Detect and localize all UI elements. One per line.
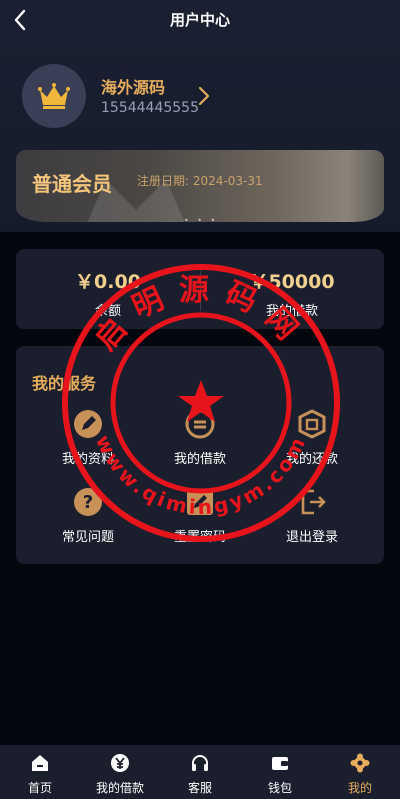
- wallet-icon: [272, 757, 288, 770]
- service-faq[interactable]: ? 常见问题: [32, 486, 144, 556]
- loan-exchange-icon: [185, 409, 215, 439]
- chevron-right-icon: [198, 86, 210, 106]
- card-dots: • • •: [184, 216, 219, 222]
- logout-icon: [301, 489, 326, 515]
- svg-text:?: ?: [83, 492, 93, 513]
- profile-pen-icon: [74, 410, 102, 438]
- services-title: 我的服务: [32, 374, 97, 393]
- user-phone: 15544445555: [101, 100, 199, 116]
- yuan-icon: [111, 754, 129, 772]
- user-name: 海外源码: [101, 78, 166, 97]
- tab-my-loan[interactable]: 我的借款: [80, 745, 160, 799]
- question-icon: ?: [74, 488, 102, 516]
- repay-shield-icon: [298, 409, 326, 439]
- service-label: 重置密码: [173, 530, 226, 545]
- service-my-repayment[interactable]: 我的还款: [256, 408, 368, 478]
- balance-card: ￥0.00 余额 ￥50000 我的借款: [16, 249, 384, 329]
- service-label: 退出登录: [285, 530, 338, 545]
- service-label: 我的借款: [173, 452, 226, 467]
- service-reset-password[interactable]: 重置密码: [144, 486, 256, 556]
- membership-card: 普通会员 注册日期: 2024-03-31 • • •: [16, 150, 384, 222]
- edit-password-icon: [187, 489, 213, 515]
- balance-item[interactable]: ￥0.00 余额: [16, 267, 200, 319]
- headset-icon: [192, 755, 208, 771]
- service-label: 常见问题: [61, 530, 114, 545]
- loan-total-item[interactable]: ￥50000 我的借款: [200, 267, 384, 319]
- service-logout[interactable]: 退出登录: [256, 486, 368, 556]
- loan-label: 我的借款: [265, 304, 318, 319]
- balance-label: 余额: [94, 304, 121, 319]
- service-label: 我的还款: [285, 452, 338, 467]
- tab-home[interactable]: 首页: [0, 745, 80, 799]
- tab-customer-service[interactable]: 客服: [160, 745, 240, 799]
- tab-mine[interactable]: 我的: [320, 745, 400, 799]
- home-icon: [32, 755, 48, 771]
- bottom-tab-bar: 首页 我的借款 客服 钱包 我的: [0, 745, 400, 799]
- loan-amount: ￥50000: [249, 271, 335, 293]
- page-title: 用户中心: [169, 11, 230, 29]
- profile-row[interactable]: 海外源码 15544445555: [20, 64, 380, 128]
- crown-icon: [38, 83, 70, 109]
- tab-wallet[interactable]: 钱包: [240, 745, 320, 799]
- service-label: 我的资料: [61, 452, 114, 467]
- service-my-profile[interactable]: 我的资料: [32, 408, 144, 478]
- balance-amount: ￥0.00: [75, 271, 141, 293]
- services-card: 我的服务 我的资料 我的借款 我的还款 ? 常见问题 重置密码 退出登录: [16, 346, 384, 564]
- top-navigation-bar: 用户中心: [0, 0, 400, 44]
- register-date: 注册日期: 2024-03-31: [137, 174, 263, 188]
- avatar: [22, 64, 86, 128]
- gear-icon: [350, 753, 370, 773]
- service-my-loan[interactable]: 我的借款: [144, 408, 256, 478]
- membership-level: 普通会员: [32, 172, 112, 196]
